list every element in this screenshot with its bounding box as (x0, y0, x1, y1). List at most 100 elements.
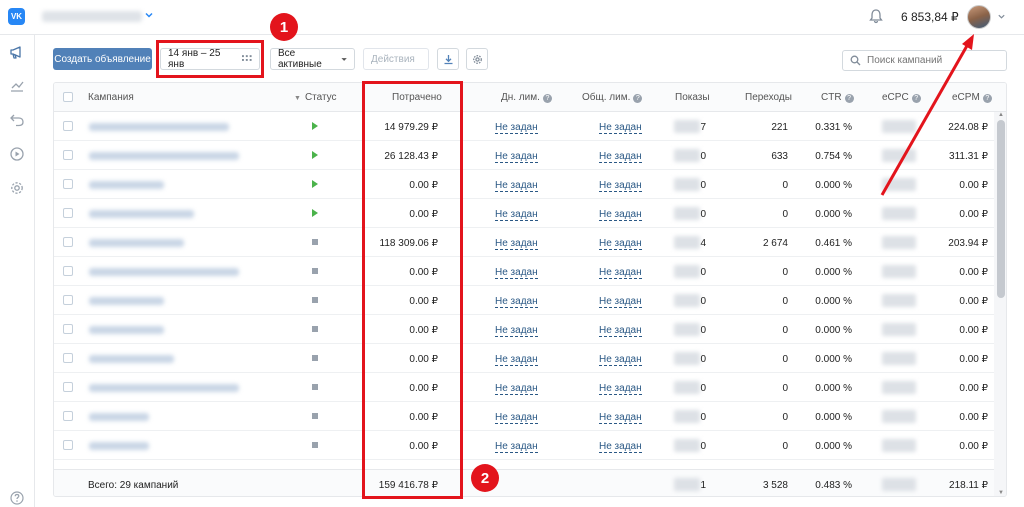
daily-limit-link[interactable]: Не задан (495, 383, 538, 395)
table-row[interactable]: 0.00 ₽ Не задан Не задан 0 0 0.000 % 0.00 ₽ (54, 199, 994, 228)
table-row[interactable]: 0.00 ₽ Не задан Не задан 0 0 0.000 % 0.00 ₽ (54, 257, 994, 286)
header-ctr[interactable]: CTR? (821, 92, 854, 103)
table-settings-button[interactable] (466, 48, 488, 70)
download-button[interactable] (437, 48, 459, 70)
impressions-value: 0 (700, 441, 706, 452)
row-checkbox[interactable] (63, 353, 73, 363)
table-row[interactable]: 0.00 ₽ Не задан Не задан 0 0 0.000 % 0.00 ₽ (54, 344, 994, 373)
undo-icon[interactable] (9, 112, 25, 128)
row-checkbox[interactable] (63, 411, 73, 421)
bell-icon[interactable] (868, 8, 884, 24)
total-limit-link[interactable]: Не задан (599, 354, 642, 366)
actions-dropdown[interactable]: Действия (363, 48, 429, 70)
daily-limit-link[interactable]: Не задан (495, 151, 538, 163)
stats-icon[interactable] (9, 78, 25, 94)
table-row[interactable]: 0.00 ₽ Не задан Не задан 0 0 0.000 % 0.00 ₽ (54, 431, 994, 460)
table-row[interactable]: 118 309.06 ₽ Не задан Не задан 4 2 674 0.461 … (54, 228, 994, 257)
info-icon[interactable]: ? (633, 94, 643, 103)
total-limit-link[interactable]: Не задан (599, 267, 642, 279)
campaign-name-masked[interactable] (89, 152, 239, 160)
table-row[interactable]: 0.00 ₽ Не задан Не задан 0 0 0.000 % 0.00 ₽ (54, 315, 994, 344)
select-all-checkbox[interactable] (63, 92, 73, 102)
header-total-limit[interactable]: Общ. лим.? (582, 92, 643, 103)
total-limit-link[interactable]: Не задан (599, 296, 642, 308)
row-checkbox[interactable] (63, 237, 73, 247)
row-checkbox[interactable] (63, 179, 73, 189)
campaign-name-masked[interactable] (89, 326, 164, 334)
daily-limit-link[interactable]: Не задан (495, 267, 538, 279)
create-ad-button[interactable]: Создать объявление (53, 48, 152, 70)
row-checkbox[interactable] (63, 324, 73, 334)
annotation-arrow (880, 34, 974, 196)
campaign-name-masked[interactable] (89, 297, 164, 305)
campaigns-table: Кампания ▼ Статус Потрачено Дн. лим.? Общ… (53, 82, 1007, 497)
daily-limit-link[interactable]: Не задан (495, 354, 538, 366)
balance[interactable]: 6 853,84 ₽ (901, 10, 959, 24)
daily-limit-link[interactable]: Не задан (495, 122, 538, 134)
header-daily-limit[interactable]: Дн. лим.? (501, 92, 552, 103)
row-checkbox[interactable] (63, 121, 73, 131)
campaign-name-masked[interactable] (89, 413, 149, 421)
campaign-name-masked[interactable] (89, 384, 239, 392)
total-ecpm: 218.11 ₽ (949, 480, 988, 491)
account-name[interactable] (42, 11, 142, 22)
chevron-down-icon[interactable] (144, 10, 154, 20)
total-limit-link[interactable]: Не задан (599, 325, 642, 337)
daily-limit-link[interactable]: Не задан (495, 325, 538, 337)
chevron-down-icon[interactable] (997, 12, 1006, 21)
help-icon[interactable] (9, 490, 25, 506)
daily-limit-link[interactable]: Не задан (495, 209, 538, 221)
row-checkbox[interactable] (63, 266, 73, 276)
play-circle-icon[interactable] (9, 146, 25, 162)
total-limit-link[interactable]: Не задан (599, 383, 642, 395)
total-limit-link[interactable]: Не задан (599, 238, 642, 250)
daily-limit-link[interactable]: Не задан (495, 238, 538, 250)
info-icon[interactable]: ? (844, 94, 854, 103)
vk-logo[interactable]: VK (8, 8, 25, 25)
daily-limit-link[interactable]: Не задан (495, 296, 538, 308)
row-checkbox[interactable] (63, 208, 73, 218)
header-status[interactable]: ▼ Статус (294, 92, 337, 103)
ctr-value: 0.331 % (815, 122, 852, 133)
header-impressions[interactable]: Показы (675, 92, 710, 103)
total-limit-link[interactable]: Не задан (599, 151, 642, 163)
campaign-name-masked[interactable] (89, 355, 174, 363)
header-campaign[interactable]: Кампания (88, 92, 134, 103)
total-limit-link[interactable]: Не задан (599, 441, 642, 453)
scrollbar[interactable]: ▲ ▼ (994, 112, 1006, 496)
table-row[interactable]: 26 128.43 ₽ Не задан Не задан 0 633 0.754 % 31… (54, 141, 994, 170)
total-limit-link[interactable]: Не задан (599, 209, 642, 221)
row-checkbox[interactable] (63, 440, 73, 450)
table-row[interactable]: 0.00 ₽ Не задан Не задан 0 0 0.000 % 0.00 ₽ (54, 170, 994, 199)
daily-limit-link[interactable]: Не задан (495, 441, 538, 453)
info-icon[interactable]: ? (542, 94, 552, 103)
table-row[interactable]: 0.00 ₽ Не задан Не задан 0 0 0.000 % 0.00 ₽ (54, 373, 994, 402)
header-clicks[interactable]: Переходы (745, 92, 792, 103)
avatar[interactable] (967, 5, 991, 29)
info-icon[interactable]: ? (982, 94, 992, 103)
campaign-name-masked[interactable] (89, 210, 194, 218)
row-checkbox[interactable] (63, 150, 73, 160)
scroll-up-icon[interactable]: ▲ (997, 112, 1005, 120)
scrollbar-thumb[interactable] (997, 120, 1005, 298)
row-checkbox[interactable] (63, 295, 73, 305)
total-limit-link[interactable]: Не задан (599, 122, 642, 134)
row-checkbox[interactable] (63, 382, 73, 392)
campaign-name-masked[interactable] (89, 442, 149, 450)
daily-limit-link[interactable]: Не задан (495, 412, 538, 424)
total-limit-link[interactable]: Не задан (599, 412, 642, 424)
campaign-name-masked[interactable] (89, 181, 164, 189)
clicks-value: 0 (782, 209, 788, 220)
campaign-name-masked[interactable] (89, 123, 229, 131)
campaign-name-masked[interactable] (89, 268, 239, 276)
table-row[interactable]: 0.00 ₽ Не задан Не задан 0 0 0.000 % 0.00 ₽ (54, 286, 994, 315)
scroll-down-icon[interactable]: ▼ (997, 490, 1005, 496)
gear-icon[interactable] (9, 180, 25, 196)
megaphone-icon[interactable] (9, 44, 25, 60)
status-filter-dropdown[interactable]: Все активные (270, 48, 355, 70)
table-row[interactable]: 14 979.29 ₽ Не задан Не задан 7 221 0.331 % 22… (54, 112, 994, 141)
table-row[interactable]: 0.00 ₽ Не задан Не задан 0 0 0.000 % 0.00 ₽ (54, 402, 994, 431)
total-limit-link[interactable]: Не задан (599, 180, 642, 192)
campaign-name-masked[interactable] (89, 239, 184, 247)
daily-limit-link[interactable]: Не задан (495, 180, 538, 192)
